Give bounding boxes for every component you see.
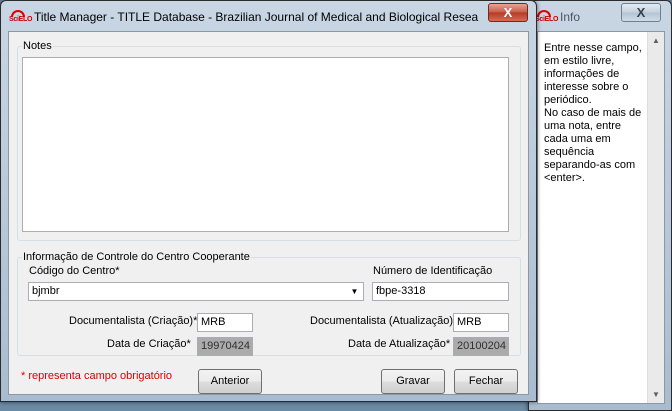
update-date-label: Data de Atualização* — [348, 338, 451, 350]
center-code-label: Código do Centro* — [29, 265, 120, 277]
notes-legend: Notes — [23, 40, 52, 52]
chevron-down-icon[interactable]: ▼ — [347, 284, 362, 299]
scielo-logo-icon: SciELO — [9, 9, 32, 24]
scielo-logo-icon: SciELO — [535, 9, 558, 24]
info-help-text: Entre nesse campo, em estilo livre, info… — [544, 42, 642, 184]
creation-date-field: 19970424 — [197, 337, 253, 356]
title-manager-window: SciELO Title Manager - TITLE Database - … — [0, 0, 537, 402]
window-title: Title Manager - TITLE Database - Brazili… — [34, 9, 479, 24]
id-number-label: Número de Identificação — [373, 265, 493, 277]
control-info-legend: Informação de Controle do Centro Coopera… — [23, 251, 250, 263]
required-fields-note: * representa campo obrigatório — [21, 370, 173, 382]
center-code-combobox[interactable]: bjmbr ▼ — [28, 282, 364, 301]
doc-update-label: Documentalista (Atualização)* — [310, 315, 458, 327]
info-close-button[interactable]: X — [621, 3, 661, 22]
update-date-field: 20100204 — [453, 337, 509, 356]
notes-textarea[interactable] — [22, 57, 509, 232]
info-window: SciELO Info X Entre nesse campo, em esti… — [528, 0, 672, 411]
id-number-field[interactable]: fbpe-3318 — [372, 282, 509, 301]
close-button[interactable]: Fechar — [454, 369, 518, 394]
creation-date-label: Data de Criação* — [107, 338, 191, 350]
save-button[interactable]: Gravar — [381, 369, 445, 394]
doc-creation-field[interactable]: MRB — [197, 313, 253, 332]
info-window-title: Info — [560, 9, 581, 24]
scroll-down-icon[interactable]: ▼ — [648, 386, 664, 403]
doc-update-field[interactable]: MRB — [453, 313, 509, 332]
info-scrollbar[interactable]: ▲ ▼ — [647, 32, 664, 403]
previous-button[interactable]: Anterior — [198, 369, 262, 394]
main-close-button[interactable]: X — [488, 3, 528, 22]
center-code-value: bjmbr — [32, 285, 60, 297]
info-panel: Entre nesse campo, em estilo livre, info… — [537, 31, 665, 404]
doc-creation-label: Documentalista (Criação)* — [69, 315, 198, 327]
scroll-up-icon[interactable]: ▲ — [648, 32, 664, 49]
main-title-bar[interactable]: SciELO Title Manager - TITLE Database - … — [1, 1, 536, 32]
